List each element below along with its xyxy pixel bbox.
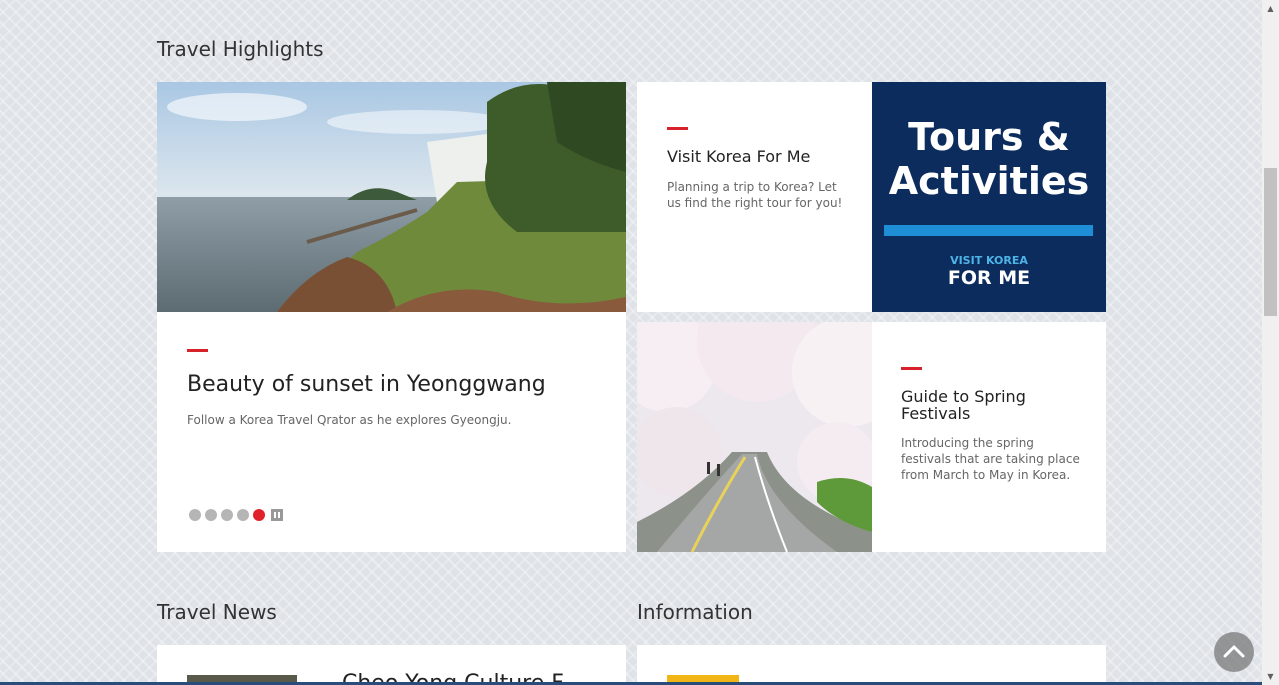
tours-activities-banner[interactable]: Tours & Activities VISIT KOREA FOR ME bbox=[872, 82, 1106, 312]
spring-title[interactable]: Guide to Spring Festivals bbox=[901, 388, 1081, 422]
spring-photo-blossom[interactable] bbox=[637, 322, 872, 552]
accent-dash bbox=[667, 127, 688, 130]
spring-description: Introducing the spring festivals that ar… bbox=[901, 436, 1080, 482]
scroll-up-arrow-icon[interactable]: ▲ bbox=[1262, 0, 1279, 17]
scrollbar[interactable]: ▲ ▼ bbox=[1262, 0, 1279, 685]
feature-title[interactable]: Beauty of sunset in Yeonggwang bbox=[187, 372, 546, 397]
visitkorea-card[interactable]: Visit Korea For Me Planning a trip to Ko… bbox=[637, 82, 872, 312]
pause-icon[interactable] bbox=[271, 509, 283, 521]
spring-card[interactable]: Guide to Spring Festivals Introducing th… bbox=[872, 322, 1106, 552]
section-title-news: Travel News bbox=[157, 600, 277, 624]
banner-line-1: Tours & bbox=[908, 115, 1070, 159]
chevron-up-icon bbox=[1223, 645, 1245, 658]
coast-image bbox=[157, 82, 626, 312]
slide-dot[interactable] bbox=[205, 509, 217, 521]
section-title-information: Information bbox=[637, 600, 753, 624]
slider-pagination bbox=[189, 509, 283, 521]
banner-logo: FOR ME bbox=[947, 267, 1031, 289]
accent-dash bbox=[901, 367, 922, 370]
scroll-down-arrow-icon[interactable]: ▼ bbox=[1262, 668, 1279, 685]
banner-brand: VISIT KOREA bbox=[950, 254, 1028, 267]
banner-line-2: Activities bbox=[888, 159, 1090, 203]
information-card[interactable] bbox=[637, 645, 1106, 685]
slide-dot[interactable] bbox=[189, 509, 201, 521]
visitkorea-description: Planning a trip to Korea? Let us find th… bbox=[667, 180, 843, 210]
visitkorea-title[interactable]: Visit Korea For Me bbox=[667, 147, 810, 166]
slide-dot-active[interactable] bbox=[253, 509, 265, 521]
slide-dot[interactable] bbox=[221, 509, 233, 521]
banner-bar bbox=[884, 225, 1093, 236]
slide-dot[interactable] bbox=[237, 509, 249, 521]
feature-description: Follow a Korea Travel Qrator as he explo… bbox=[187, 413, 512, 427]
back-to-top-button[interactable] bbox=[1214, 632, 1254, 672]
feature-photo-coast[interactable] bbox=[157, 82, 626, 312]
section-title-highlights: Travel Highlights bbox=[157, 37, 324, 61]
accent-dash bbox=[187, 349, 208, 352]
scroll-thumb[interactable] bbox=[1264, 168, 1277, 316]
blossom-image bbox=[637, 322, 872, 552]
news-card[interactable]: Cheo Yong Culture F bbox=[157, 645, 626, 685]
